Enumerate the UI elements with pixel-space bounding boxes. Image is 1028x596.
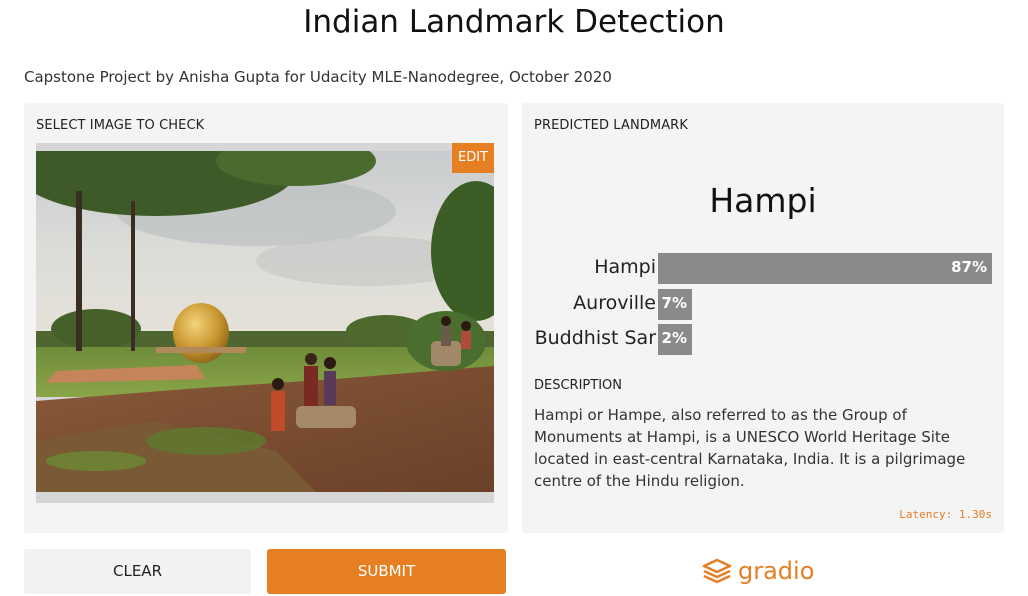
confidence-bar: 2% [658,324,692,355]
confidence-label: Buddhist Sar [534,327,656,349]
confidence-percent: 2% [661,329,687,347]
image-upload-area[interactable]: EDIT [36,143,494,503]
gradio-brand-label: gradio [738,557,815,585]
input-panel: SELECT IMAGE TO CHECK EDIT [24,103,508,533]
description-label: DESCRIPTION [534,378,622,393]
gradio-brand[interactable]: gradio [702,555,814,587]
submit-button[interactable]: SUBMIT [267,549,506,594]
predicted-landmark: Hampi [709,181,817,220]
output-panel-label: PREDICTED LANDMARK [534,118,688,133]
confidence-bar: 7% [658,289,692,320]
description-text: Hampi or Hampe, also referred to as the … [534,406,966,490]
confidence-percent: 87% [951,258,987,276]
output-panel: PREDICTED LANDMARK Hampi Hampi 87% Aurov… [522,103,1004,533]
confidence-percent: 7% [661,294,687,312]
confidence-bar: 87% [658,253,992,284]
page-title: Indian Landmark Detection [303,4,725,40]
latency-indicator: Latency: 1.30s [899,508,992,521]
confidence-row: Auroville 7% [522,289,1004,320]
page-subtitle: Capstone Project by Anisha Gupta for Uda… [24,68,612,86]
edit-button[interactable]: EDIT [452,143,494,173]
clear-button[interactable]: CLEAR [24,549,251,594]
confidence-label: Auroville [573,292,656,314]
gradio-logo-icon [702,558,732,584]
input-panel-label: SELECT IMAGE TO CHECK [36,118,205,133]
landmark-image [36,151,494,492]
confidence-label: Hampi [594,256,656,278]
confidence-row: Hampi 87% [522,253,1004,284]
confidence-row: Buddhist Sar 2% [522,324,1004,355]
landmark-photo [36,151,494,492]
